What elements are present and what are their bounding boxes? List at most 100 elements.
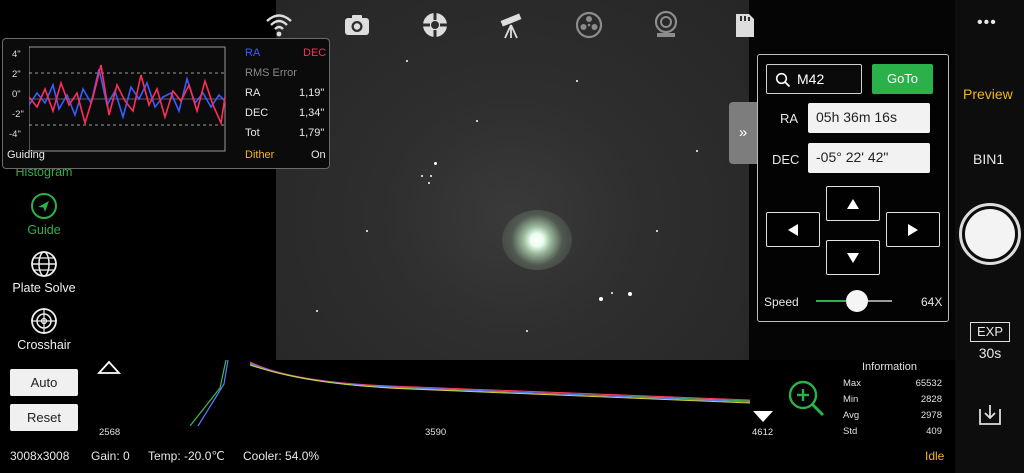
ra-field[interactable]: 05h 36m 16s — [808, 103, 930, 133]
dither-value[interactable]: On — [311, 149, 326, 161]
move-right-button[interactable] — [886, 212, 940, 247]
goto-button[interactable]: GoTo — [872, 64, 933, 94]
y-tick: 2" — [12, 69, 21, 80]
globe-icon — [31, 251, 57, 277]
arrow-down-icon — [847, 252, 859, 263]
search-value: M42 — [797, 71, 825, 87]
shutter-button[interactable] — [959, 203, 1021, 265]
speed-label: Speed — [764, 295, 799, 309]
move-down-button[interactable] — [826, 240, 880, 275]
auto-stretch-button[interactable]: Auto — [10, 369, 78, 396]
star — [476, 120, 478, 122]
plate-solve-label: Plate Solve — [12, 281, 76, 295]
goto-label: GoTo — [886, 71, 919, 86]
rms-error-title: RMS Error — [245, 67, 297, 79]
speed-slider[interactable] — [816, 290, 892, 312]
sd-card-icon[interactable] — [729, 10, 759, 40]
guide-label: Guide — [27, 223, 61, 237]
search-input[interactable]: M42 — [766, 64, 862, 94]
histogram-bar: Auto Reset 2568 3590 4612 Information Ma… — [0, 360, 955, 473]
resolution-status: 3008x3008 — [10, 449, 70, 463]
telescope-icon[interactable] — [497, 10, 527, 40]
crosshair-icon — [31, 308, 57, 334]
auto-label: Auto — [30, 375, 58, 390]
histogram-high-handle[interactable] — [751, 408, 775, 424]
right-toolbar: ••• Preview BIN1 EXP 30s — [955, 0, 1024, 473]
y-tick: 0" — [12, 89, 21, 100]
histogram-low-handle[interactable] — [97, 360, 121, 376]
exp-label: EXP — [970, 322, 1010, 342]
guide-camera-icon[interactable] — [651, 10, 681, 40]
download-icon — [979, 405, 1001, 425]
arrow-up-icon — [847, 198, 859, 209]
star — [628, 292, 632, 296]
star — [421, 175, 423, 177]
nebula-m42 — [502, 210, 572, 270]
information-title: Information — [862, 361, 918, 373]
speed-slider-thumb[interactable] — [846, 290, 868, 312]
star — [316, 310, 318, 312]
download-button[interactable] — [977, 403, 1003, 427]
dither-label[interactable]: Dither — [245, 149, 274, 161]
star — [428, 182, 430, 184]
focuser-icon[interactable] — [420, 10, 450, 40]
stat-label: Avg — [843, 410, 860, 421]
search-icon — [775, 72, 791, 88]
dec-line — [29, 64, 226, 126]
rms-ra-label: RA — [245, 87, 261, 99]
guide-icon — [31, 193, 57, 219]
more-menu-button[interactable]: ••• — [977, 14, 997, 32]
y-tick: 4" — [12, 49, 21, 60]
star — [599, 297, 603, 301]
guide-button[interactable]: Guide — [0, 192, 88, 237]
rms-tot-value: 1,79" — [299, 127, 325, 139]
y-tick: -2" — [12, 109, 24, 120]
star — [430, 175, 432, 177]
rms-ra-value: 1,19" — [299, 87, 325, 99]
exposure-button[interactable]: EXP 30s — [970, 322, 1010, 361]
bin-button[interactable]: BIN1 — [973, 151, 1004, 167]
rms-dec-value: 1,34" — [299, 107, 325, 119]
ra-label: RA — [780, 111, 799, 126]
goto-panel: M42 GoTo RA 05h 36m 16s DEC -05° 22' 42"… — [757, 54, 949, 322]
legend-dec: DEC — [303, 47, 327, 59]
plate-solve-button[interactable]: Plate Solve — [0, 250, 88, 295]
star — [611, 292, 613, 294]
zoom-in-icon[interactable] — [786, 378, 826, 418]
histogram-curve — [190, 360, 750, 426]
camera-state: Idle — [925, 449, 945, 463]
crosshair-button[interactable]: Crosshair — [0, 307, 88, 352]
star — [656, 230, 658, 232]
histogram-high-value: 4612 — [752, 427, 774, 438]
move-left-button[interactable] — [766, 212, 820, 247]
rms-dec-label: DEC — [245, 107, 269, 119]
stat-value: 65532 — [915, 378, 942, 389]
stat-label: Min — [843, 394, 859, 405]
stat-label: Std — [843, 426, 858, 437]
preview-mode-button[interactable]: Preview — [963, 86, 1013, 102]
rms-tot-label: Tot — [245, 127, 260, 139]
camera-icon[interactable] — [342, 10, 372, 40]
sky-image[interactable] — [276, 0, 749, 360]
reset-stretch-button[interactable]: Reset — [10, 404, 78, 431]
exp-value: 30s — [978, 345, 1002, 361]
y-tick: -4" — [9, 129, 21, 140]
ra-value: 05h 36m 16s — [816, 109, 897, 125]
dec-field[interactable]: -05° 22' 42" — [808, 143, 930, 173]
gain-status: Gain: 0 — [91, 449, 130, 463]
star — [434, 162, 437, 165]
dec-label: DEC — [772, 152, 800, 167]
chevrons-right-icon: » — [738, 124, 748, 141]
shutter-inner — [965, 209, 1015, 259]
stat-value: 2828 — [920, 394, 942, 405]
wifi-icon[interactable] — [264, 10, 294, 40]
collapse-panel-button[interactable]: » — [729, 102, 757, 164]
cooler-status: Cooler: 54.0% — [243, 449, 320, 463]
guiding-panel[interactable]: 4" 2" 0" -2" -4" RA DEC RMS Error RA 1,1… — [2, 38, 330, 169]
star — [526, 330, 528, 332]
move-up-button[interactable] — [826, 186, 880, 221]
star — [406, 60, 408, 62]
histogram-low-value: 2568 — [99, 427, 121, 438]
star — [696, 150, 698, 152]
filter-wheel-icon[interactable] — [574, 10, 604, 40]
